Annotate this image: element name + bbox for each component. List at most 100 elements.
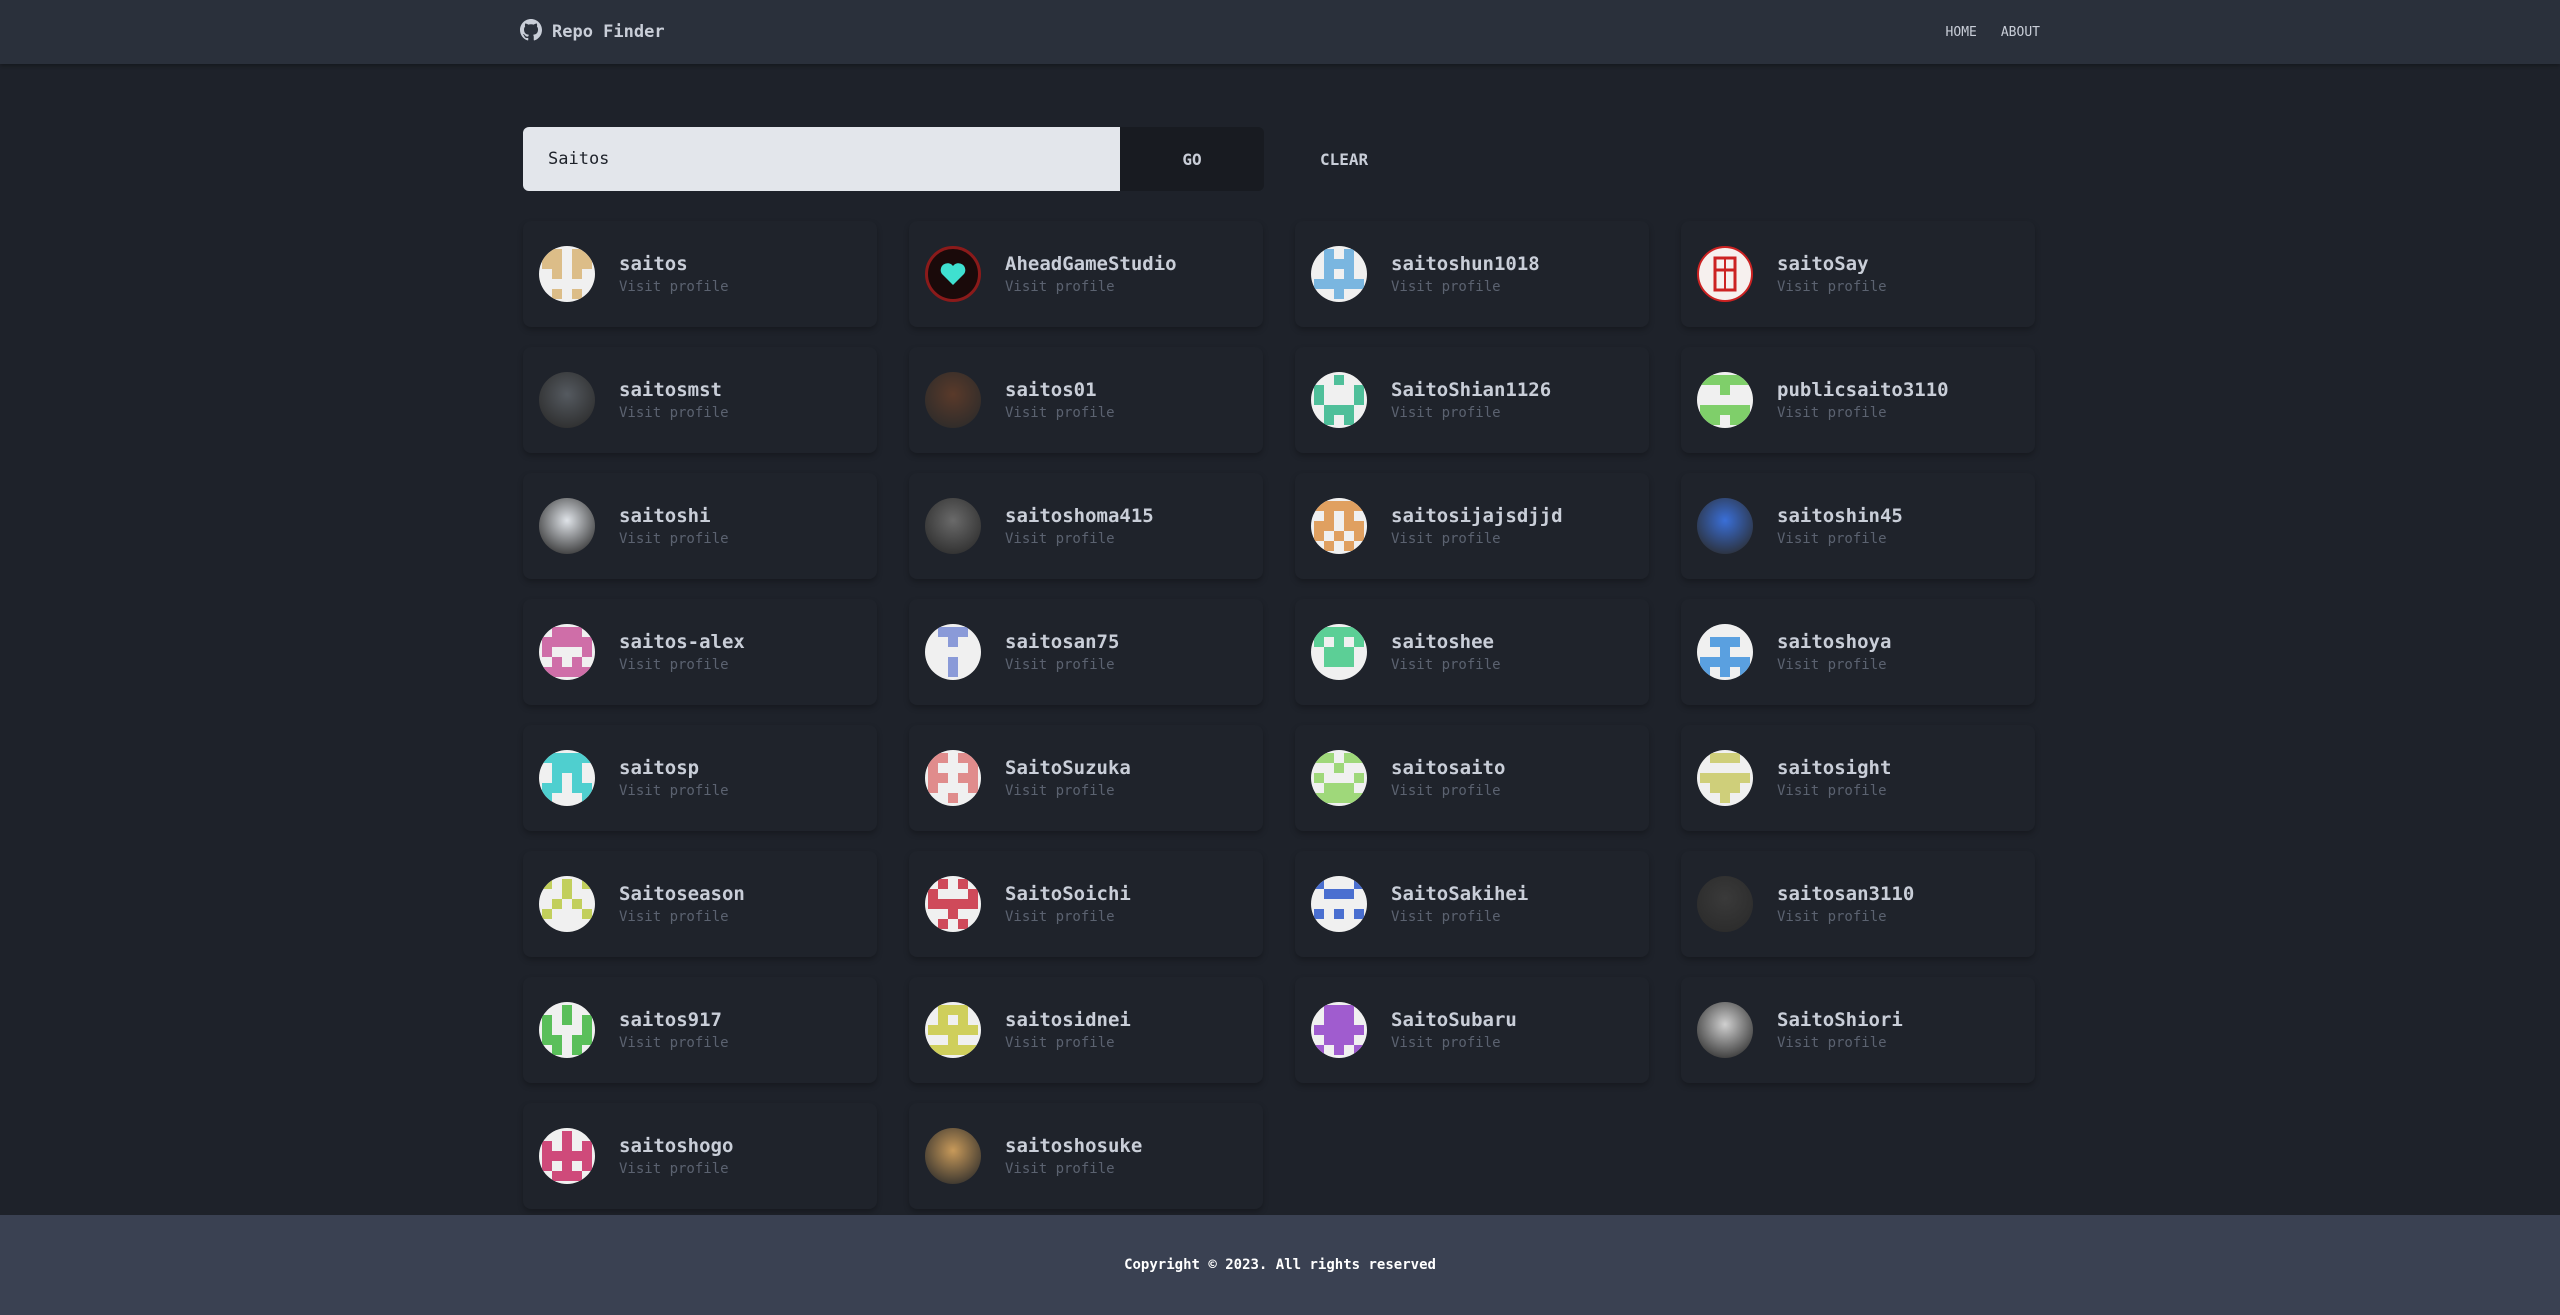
search-input[interactable] [523, 127, 1120, 191]
username[interactable]: saitos [619, 253, 729, 275]
username[interactable]: SaitoSoichi [1005, 883, 1131, 905]
username[interactable]: SaitoShian1126 [1391, 379, 1551, 401]
visit-profile-link[interactable]: Visit profile [1777, 279, 1887, 295]
clear-button[interactable]: CLEAR [1320, 150, 1368, 169]
visit-profile-link[interactable]: Visit profile [619, 531, 729, 547]
user-info: saitosan75 Visit profile [1005, 631, 1119, 673]
visit-profile-link[interactable]: Visit profile [619, 1161, 733, 1177]
username[interactable]: saitoshosuke [1005, 1135, 1142, 1157]
user-card[interactable]: saitosan75 Visit profile [909, 599, 1263, 705]
user-card[interactable]: publicsaito3110 Visit profile [1681, 347, 2035, 453]
username[interactable]: saitoshi [619, 505, 729, 527]
username[interactable]: saitos01 [1005, 379, 1115, 401]
user-card[interactable]: Saitoseason Visit profile [523, 851, 877, 957]
username[interactable]: saitosaito [1391, 757, 1505, 779]
visit-profile-link[interactable]: Visit profile [1777, 405, 1949, 421]
user-card[interactable]: saitoshogo Visit profile [523, 1103, 877, 1209]
visit-profile-link[interactable]: Visit profile [619, 405, 729, 421]
visit-profile-link[interactable]: Visit profile [619, 909, 745, 925]
visit-profile-link[interactable]: Visit profile [1005, 405, 1115, 421]
user-card[interactable]: saitosmst Visit profile [523, 347, 877, 453]
username[interactable]: saitosan3110 [1777, 883, 1914, 905]
user-card[interactable]: saitos-alex Visit profile [523, 599, 877, 705]
username[interactable]: AheadGameStudio [1005, 253, 1177, 275]
visit-profile-link[interactable]: Visit profile [1777, 531, 1903, 547]
user-card[interactable]: SaitoSuzuka Visit profile [909, 725, 1263, 831]
username[interactable]: saitoshoma415 [1005, 505, 1154, 527]
visit-profile-link[interactable]: Visit profile [619, 657, 745, 673]
user-card[interactable]: saitoshoya Visit profile [1681, 599, 2035, 705]
username[interactable]: saitos917 [619, 1009, 729, 1031]
user-card[interactable]: saitoshee Visit profile [1295, 599, 1649, 705]
username[interactable]: saitoshogo [619, 1135, 733, 1157]
user-card[interactable]: saitosight Visit profile [1681, 725, 2035, 831]
user-card[interactable]: saitosaito Visit profile [1295, 725, 1649, 831]
visit-profile-link[interactable]: Visit profile [1005, 783, 1131, 799]
username[interactable]: saitosan75 [1005, 631, 1119, 653]
nav-link-about[interactable]: ABOUT [2001, 25, 2040, 40]
username[interactable]: saitosight [1777, 757, 1891, 779]
visit-profile-link[interactable]: Visit profile [1777, 909, 1914, 925]
user-card[interactable]: saitoshosuke Visit profile [909, 1103, 1263, 1209]
user-card[interactable]: saitoshi Visit profile [523, 473, 877, 579]
visit-profile-link[interactable]: Visit profile [619, 279, 729, 295]
user-card[interactable]: saitosan3110 Visit profile [1681, 851, 2035, 957]
username[interactable]: SaitoSuzuka [1005, 757, 1131, 779]
visit-profile-link[interactable]: Visit profile [1391, 531, 1563, 547]
visit-profile-link[interactable]: Visit profile [1777, 1035, 1903, 1051]
visit-profile-link[interactable]: Visit profile [1391, 279, 1540, 295]
username[interactable]: SaitoSakihei [1391, 883, 1528, 905]
user-card[interactable]: saitos917 Visit profile [523, 977, 877, 1083]
username[interactable]: SaitoShiori [1777, 1009, 1903, 1031]
username[interactable]: saitoshoya [1777, 631, 1891, 653]
visit-profile-link[interactable]: Visit profile [1391, 783, 1505, 799]
brand[interactable]: Repo Finder [520, 19, 665, 45]
visit-profile-link[interactable]: Visit profile [619, 1035, 729, 1051]
visit-profile-link[interactable]: Visit profile [1391, 657, 1501, 673]
go-button[interactable]: GO [1120, 127, 1264, 191]
username[interactable]: Saitoseason [619, 883, 745, 905]
visit-profile-link[interactable]: Visit profile [1005, 909, 1131, 925]
user-card[interactable]: SaitoSakihei Visit profile [1295, 851, 1649, 957]
user-card[interactable]: SaitoShian1126 Visit profile [1295, 347, 1649, 453]
visit-profile-link[interactable]: Visit profile [1391, 1035, 1517, 1051]
avatar [925, 498, 981, 554]
user-card[interactable]: saitos01 Visit profile [909, 347, 1263, 453]
username[interactable]: saitosmst [619, 379, 729, 401]
user-card[interactable]: saitoshin45 Visit profile [1681, 473, 2035, 579]
nav-link-home[interactable]: HOME [1946, 25, 1977, 40]
user-card[interactable]: SaitoSubaru Visit profile [1295, 977, 1649, 1083]
user-card[interactable]: AheadGameStudio Visit profile [909, 221, 1263, 327]
user-card[interactable]: saitoshoma415 Visit profile [909, 473, 1263, 579]
visit-profile-link[interactable]: Visit profile [1391, 405, 1551, 421]
username[interactable]: saitosijajsdjjd [1391, 505, 1563, 527]
visit-profile-link[interactable]: Visit profile [1777, 783, 1891, 799]
username[interactable]: saitoSay [1777, 253, 1887, 275]
visit-profile-link[interactable]: Visit profile [1391, 909, 1528, 925]
user-card[interactable]: SaitoShiori Visit profile [1681, 977, 2035, 1083]
username[interactable]: publicsaito3110 [1777, 379, 1949, 401]
user-card[interactable]: saitosp Visit profile [523, 725, 877, 831]
visit-profile-link[interactable]: Visit profile [1005, 1161, 1142, 1177]
user-info: saitoshoya Visit profile [1777, 631, 1891, 673]
user-card[interactable]: saitosidnei Visit profile [909, 977, 1263, 1083]
user-card[interactable]: saitoSay Visit profile [1681, 221, 2035, 327]
username[interactable]: saitoshee [1391, 631, 1501, 653]
visit-profile-link[interactable]: Visit profile [1005, 657, 1119, 673]
visit-profile-link[interactable]: Visit profile [1005, 531, 1154, 547]
username[interactable]: saitosidnei [1005, 1009, 1131, 1031]
username[interactable]: saitosp [619, 757, 729, 779]
user-card[interactable]: saitosijajsdjjd Visit profile [1295, 473, 1649, 579]
username[interactable]: saitoshun1018 [1391, 253, 1540, 275]
user-card[interactable]: SaitoSoichi Visit profile [909, 851, 1263, 957]
user-card[interactable]: saitoshun1018 Visit profile [1295, 221, 1649, 327]
username[interactable]: saitos-alex [619, 631, 745, 653]
visit-profile-link[interactable]: Visit profile [1005, 1035, 1131, 1051]
user-info: SaitoSakihei Visit profile [1391, 883, 1528, 925]
user-card[interactable]: saitos Visit profile [523, 221, 877, 327]
username[interactable]: saitoshin45 [1777, 505, 1903, 527]
visit-profile-link[interactable]: Visit profile [1005, 279, 1177, 295]
visit-profile-link[interactable]: Visit profile [1777, 657, 1891, 673]
visit-profile-link[interactable]: Visit profile [619, 783, 729, 799]
username[interactable]: SaitoSubaru [1391, 1009, 1517, 1031]
